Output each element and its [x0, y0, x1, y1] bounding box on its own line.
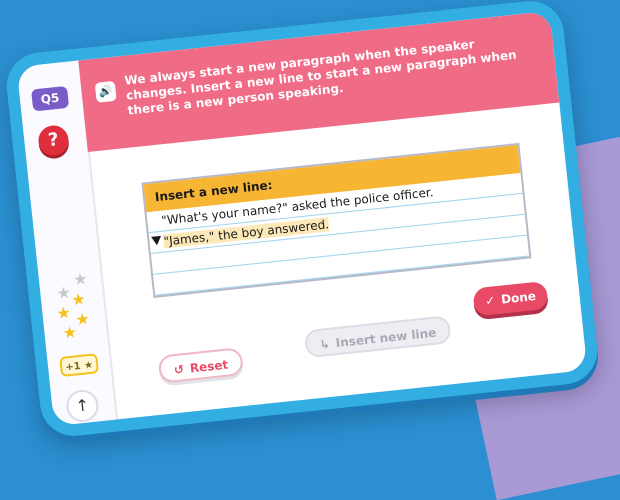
scroll-up-button[interactable]: ↑: [64, 388, 100, 424]
done-label: Done: [500, 289, 537, 307]
bonus-star-badge: +1 ★: [59, 353, 100, 378]
insert-new-line-button[interactable]: ↳ Insert new line: [303, 315, 452, 359]
new-line-arrow-icon: ↳: [319, 336, 331, 352]
star-icon: ★: [61, 322, 78, 343]
done-button[interactable]: ✓ Done: [472, 280, 549, 317]
instruction-banner: 🔊 We always start a new paragraph when t…: [78, 10, 560, 153]
insert-label: Insert new line: [335, 325, 437, 351]
app-screen: Q5 ? ★ ★ ★ ★ ★ ★ +1 ★ ↑ 🔊 We always star…: [16, 10, 588, 427]
instruction-text: We always start a new paragraph when the…: [123, 37, 518, 118]
undo-icon: ↺: [173, 362, 185, 378]
tablet-frame: Q5 ? ★ ★ ★ ★ ★ ★ +1 ★ ↑ 🔊 We always star…: [3, 0, 601, 440]
star-icon: ★: [70, 289, 87, 310]
reset-button[interactable]: ↺ Reset: [157, 347, 245, 384]
task-box: Insert a new line: "What's your name?" a…: [141, 142, 532, 298]
reset-label: Reset: [189, 357, 229, 376]
help-button[interactable]: ?: [37, 124, 70, 158]
star-icon: ★: [55, 282, 72, 304]
check-icon: ✓: [484, 293, 496, 309]
speaker-icon[interactable]: 🔊: [94, 80, 117, 103]
insert-cursor-icon: [151, 235, 162, 246]
star-progress: ★ ★ ★ ★ ★ ★: [48, 268, 99, 344]
question-number-badge: Q5: [31, 85, 70, 112]
star-icon: ★: [72, 268, 89, 290]
star-icon: ★: [55, 302, 72, 324]
star-icon: ★: [74, 308, 91, 330]
